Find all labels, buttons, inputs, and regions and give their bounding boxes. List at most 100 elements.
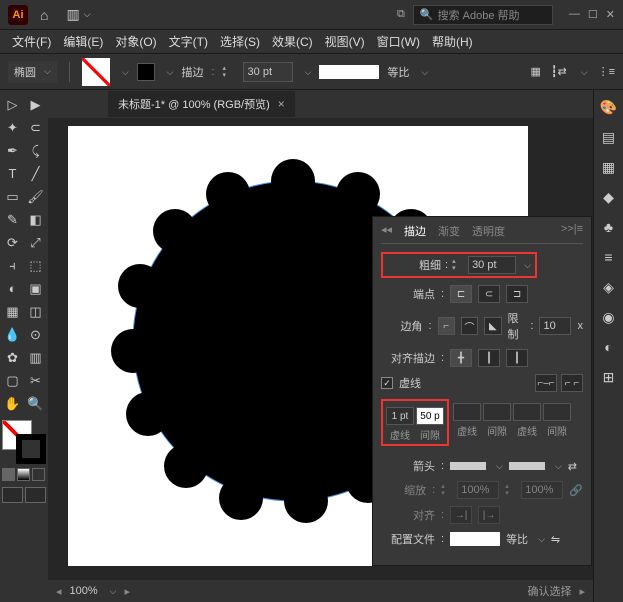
scale-tool[interactable]: ⤢: [25, 232, 46, 253]
symbol-tool[interactable]: ✿: [2, 347, 23, 368]
eyedropper-tool[interactable]: 💧: [2, 324, 23, 345]
rotate-tool[interactable]: ⟳: [2, 232, 23, 253]
stroke-panel-icon[interactable]: ♣: [600, 218, 618, 236]
cap-round[interactable]: ⊂: [478, 285, 500, 303]
tab-transparency[interactable]: 透明度: [472, 223, 505, 239]
menu-object[interactable]: 对象(O): [111, 31, 160, 52]
rectangle-tool[interactable]: ▭: [2, 186, 23, 207]
stroke-profile[interactable]: [319, 65, 379, 79]
profile-preview[interactable]: [450, 532, 500, 546]
shape-builder-tool[interactable]: ◐: [2, 278, 23, 299]
gradient-tool[interactable]: ◫: [25, 301, 46, 322]
link-scale-icon[interactable]: 🔗: [569, 484, 583, 497]
fill-dropdown-chevron[interactable]: [118, 66, 129, 78]
fill-stroke-control[interactable]: [2, 420, 46, 464]
selection-tool[interactable]: ▷: [2, 94, 23, 115]
gap2-input[interactable]: [483, 403, 511, 421]
swatches-panel-icon[interactable]: ▤: [600, 128, 618, 146]
maximize-button[interactable]: ☐: [588, 8, 598, 21]
align-center[interactable]: ╋: [450, 349, 472, 367]
uniform-chevron[interactable]: [417, 66, 428, 78]
line-tool[interactable]: ╱: [25, 163, 46, 184]
close-button[interactable]: ✕: [606, 8, 615, 21]
document-tab[interactable]: 未标题-1* @ 100% (RGB/预览) ×: [108, 91, 295, 117]
dash3-input[interactable]: [513, 403, 541, 421]
tab-stroke[interactable]: 描边: [404, 223, 426, 239]
gap3-input[interactable]: [543, 403, 571, 421]
color-mode[interactable]: [2, 468, 15, 481]
hand-tool[interactable]: ✋: [2, 393, 23, 414]
screen-mode-1[interactable]: [2, 487, 23, 503]
align-outside[interactable]: ┃: [506, 349, 528, 367]
menu-window[interactable]: 窗口(W): [373, 31, 424, 52]
align-arrow-1[interactable]: →|: [450, 506, 472, 524]
menu-select[interactable]: 选择(S): [216, 31, 264, 52]
home-icon[interactable]: ⌂: [40, 7, 48, 23]
pathfinder-panel-icon[interactable]: ⊞: [600, 368, 618, 386]
arrow-end[interactable]: [509, 462, 545, 470]
menu-effect[interactable]: 效果(C): [268, 31, 317, 52]
zoom-tool[interactable]: 🔍: [25, 393, 46, 414]
flip-icon[interactable]: ⇋: [551, 533, 560, 546]
weight-input[interactable]: [468, 256, 516, 274]
slice-tool[interactable]: ✂: [25, 370, 46, 391]
tab-gradient[interactable]: 渐变: [438, 223, 460, 239]
limit-input[interactable]: [539, 317, 571, 335]
dash-align-icon[interactable]: ⌐ ⌐: [561, 374, 583, 392]
fill-swatch[interactable]: [82, 58, 110, 86]
dash1-input[interactable]: [386, 407, 414, 425]
stroke-spin[interactable]: ▴▾: [223, 63, 235, 81]
minimize-button[interactable]: —: [569, 8, 580, 21]
symbols-panel-icon[interactable]: ◆: [600, 188, 618, 206]
zoom-in-icon[interactable]: ▸: [125, 585, 131, 598]
type-tool[interactable]: T: [2, 163, 23, 184]
tab-close-icon[interactable]: ×: [278, 97, 285, 111]
layers-panel-icon[interactable]: ◈: [600, 278, 618, 296]
arrange-icon[interactable]: ┇⇄: [551, 65, 567, 78]
menu-file[interactable]: 文件(F): [8, 31, 55, 52]
brushes-panel-icon[interactable]: ▦: [600, 158, 618, 176]
menu-type[interactable]: 文字(T): [165, 31, 212, 52]
zoom-level[interactable]: 100%: [70, 585, 98, 597]
menu-edit[interactable]: 编辑(E): [59, 31, 107, 52]
corner-bevel[interactable]: ◣: [484, 317, 501, 335]
curvature-tool[interactable]: ⤹: [25, 140, 46, 161]
paintbrush-tool[interactable]: 🖌: [25, 186, 46, 207]
search-input[interactable]: 🔍 搜索 Adobe 帮助: [413, 5, 553, 25]
corner-round[interactable]: ⌒: [461, 317, 478, 335]
stroke-weight-input[interactable]: [243, 62, 293, 82]
weight-chevron[interactable]: [520, 259, 531, 271]
panel-menu-icon[interactable]: >>|≡: [561, 223, 583, 239]
panel-collapse-icon[interactable]: ◂◂: [381, 223, 392, 239]
corner-miter[interactable]: ⌐: [438, 317, 455, 335]
graph-tool[interactable]: ▥: [25, 347, 46, 368]
free-transform-tool[interactable]: ⬚: [25, 255, 46, 276]
graphic-styles-icon[interactable]: ≡: [600, 248, 618, 266]
transparency-panel-icon[interactable]: ◐: [600, 338, 618, 356]
eraser-tool[interactable]: ◧: [25, 209, 46, 230]
shape-dropdown[interactable]: 椭圆: [8, 61, 57, 83]
none-mode[interactable]: [32, 468, 45, 481]
gap1-input[interactable]: [416, 407, 444, 425]
artboard-tool[interactable]: ▢: [2, 370, 23, 391]
color-panel-icon[interactable]: 🎨: [600, 98, 618, 116]
dash2-input[interactable]: [453, 403, 481, 421]
stroke-swatch[interactable]: [137, 63, 155, 81]
arrow-start[interactable]: [450, 462, 486, 470]
dash-preserve-icon[interactable]: ⌐‒⌐: [535, 374, 557, 392]
stroke-weight-chevron[interactable]: [301, 66, 312, 78]
dashed-checkbox[interactable]: ✓: [381, 377, 393, 389]
scale1-input[interactable]: [457, 481, 499, 499]
more-icon[interactable]: ⋮≡: [598, 65, 615, 78]
perspective-tool[interactable]: ▣: [25, 278, 46, 299]
lasso-tool[interactable]: ⊂: [25, 117, 46, 138]
menu-help[interactable]: 帮助(H): [428, 31, 477, 52]
appearance-panel-icon[interactable]: ◉: [600, 308, 618, 326]
align-arrow-2[interactable]: |→: [478, 506, 500, 524]
zoom-out-icon[interactable]: ◂: [56, 585, 62, 598]
menu-view[interactable]: 视图(V): [321, 31, 369, 52]
blend-tool[interactable]: ⊙: [25, 324, 46, 345]
gradient-mode[interactable]: [17, 468, 30, 481]
pen-tool[interactable]: ✒: [2, 140, 23, 161]
direct-selection-tool[interactable]: ▶: [25, 94, 46, 115]
